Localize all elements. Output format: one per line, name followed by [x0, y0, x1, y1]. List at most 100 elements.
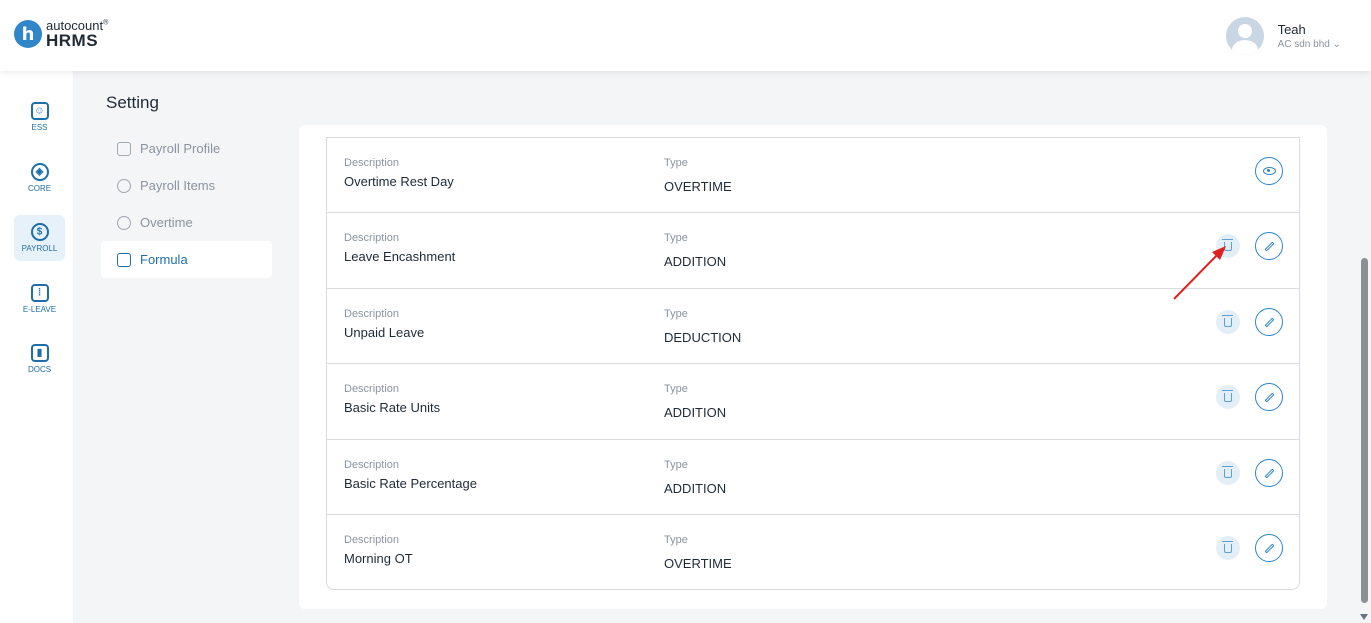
- logo-bottom-text: HRMS: [46, 31, 99, 50]
- clock-icon: [117, 215, 131, 230]
- description-label: Description: [344, 232, 400, 244]
- formula-list: Description Overtime Rest Day Type OVERT…: [326, 137, 1300, 590]
- pencil-icon: [1264, 468, 1274, 478]
- submenu-item-formula[interactable]: Formula: [101, 241, 272, 278]
- user-name: Teah: [1277, 22, 1306, 37]
- delete-button[interactable]: [1216, 461, 1240, 485]
- submenu-item-payroll-items[interactable]: Payroll Items: [101, 167, 272, 204]
- edit-button[interactable]: [1255, 459, 1283, 487]
- trash-icon: [1222, 465, 1233, 478]
- page-title: Setting: [106, 93, 159, 112]
- edit-button[interactable]: [1255, 232, 1283, 260]
- cube-icon: ◈: [30, 163, 49, 181]
- nav-item-payroll[interactable]: $ PAYROLL: [14, 215, 65, 261]
- list-item: Description Basic Rate Units Type ADDITI…: [327, 363, 1299, 439]
- nav-label: CORE: [27, 184, 52, 193]
- chevron-down-icon: ⌄: [1332, 39, 1341, 50]
- type-value: OVERTIME: [664, 556, 732, 571]
- user-company: AC sdn bhd ⌄: [1278, 39, 1341, 50]
- type-label: Type: [664, 232, 688, 244]
- type-label: Type: [664, 308, 688, 320]
- nav-item-core[interactable]: ◈ CORE: [14, 155, 65, 201]
- description-value: Overtime Rest Day: [344, 174, 454, 189]
- submenu-label: Payroll Profile: [140, 141, 221, 156]
- delete-button[interactable]: [1216, 536, 1240, 560]
- list-item: Description Basic Rate Percentage Type A…: [327, 439, 1299, 515]
- page-scrollbar[interactable]: [1357, 0, 1371, 623]
- submenu-item-payroll-profile[interactable]: Payroll Profile: [101, 130, 272, 167]
- app-logo[interactable]: h autocount® HRMS: [14, 19, 108, 49]
- description-value: Unpaid Leave: [344, 325, 425, 340]
- list-item: Description Overtime Rest Day Type OVERT…: [327, 137, 1299, 213]
- type-value: ADDITION: [664, 405, 727, 420]
- nav-label: DOCS: [27, 365, 52, 374]
- pencil-icon: [1264, 543, 1274, 553]
- user-info: Teah AC sdn bhd ⌄: [1278, 22, 1341, 50]
- trash-icon: [1222, 389, 1233, 402]
- description-label: Description: [344, 383, 400, 395]
- formula-icon: [117, 252, 131, 267]
- type-label: Type: [664, 383, 688, 395]
- type-value: DEDUCTION: [664, 330, 742, 345]
- pencil-icon: [1264, 317, 1274, 327]
- submenu-item-overtime[interactable]: Overtime: [101, 204, 272, 241]
- annotation-arrow-icon: [1173, 246, 1226, 300]
- nav-item-ess[interactable]: ☺ ESS: [14, 94, 65, 140]
- nav-label: ESS: [31, 123, 48, 132]
- view-button[interactable]: [1255, 157, 1283, 185]
- description-value: Basic Rate Percentage: [344, 476, 477, 491]
- logo-text: autocount® HRMS: [46, 19, 108, 49]
- calendar-icon: ⁞: [30, 284, 49, 302]
- submenu-label: Overtime: [140, 215, 193, 230]
- delete-button[interactable]: [1216, 310, 1240, 334]
- delete-button[interactable]: [1216, 385, 1240, 409]
- avatar: [1225, 17, 1264, 55]
- nav-item-e-leave[interactable]: ⁞ E-LEAVE: [14, 276, 65, 322]
- type-label: Type: [664, 157, 688, 169]
- scroll-down-icon[interactable]: [1360, 614, 1368, 620]
- arrow-shaft: [1173, 251, 1221, 300]
- description-value: Basic Rate Units: [344, 400, 441, 415]
- type-label: Type: [664, 459, 688, 471]
- edit-button[interactable]: [1255, 308, 1283, 336]
- submenu-label: Formula: [140, 252, 188, 267]
- type-value: ADDITION: [664, 481, 727, 496]
- nav-item-docs[interactable]: ▮ DOCS: [14, 336, 65, 382]
- eye-icon: [1262, 167, 1276, 175]
- logo-mark-icon: h: [14, 20, 42, 48]
- description-value: Leave Encashment: [344, 249, 456, 264]
- list-item: Description Unpaid Leave Type DEDUCTION: [327, 288, 1299, 364]
- pencil-icon: [1264, 392, 1274, 402]
- description-label: Description: [344, 459, 400, 471]
- type-value: ADDITION: [664, 254, 727, 269]
- coins-icon: [117, 178, 131, 193]
- user-menu[interactable]: Teah AC sdn bhd ⌄: [1225, 17, 1341, 55]
- description-value: Morning OT: [344, 551, 413, 566]
- list-item: Description Leave Encashment Type ADDITI…: [327, 212, 1299, 288]
- calendar-icon: [117, 141, 131, 156]
- type-value: OVERTIME: [664, 179, 732, 194]
- submenu-label: Payroll Items: [140, 178, 216, 193]
- edit-button[interactable]: [1255, 534, 1283, 562]
- type-label: Type: [664, 534, 688, 546]
- formula-card: Description Overtime Rest Day Type OVERT…: [299, 125, 1327, 609]
- profile-icon: ☺: [30, 102, 49, 120]
- logo-registered-mark: ®: [103, 19, 109, 27]
- left-nav: ☺ ESS ◈ CORE $ PAYROLL ⁞ E-LEAVE ▮ DOCS: [0, 71, 73, 623]
- edit-button[interactable]: [1255, 383, 1283, 411]
- document-chart-icon: ▮: [30, 344, 49, 362]
- company-name: AC sdn bhd: [1277, 39, 1330, 50]
- top-bar: h autocount® HRMS Teah AC sdn bhd ⌄: [0, 0, 1371, 71]
- description-label: Description: [344, 308, 400, 320]
- list-item: Description Morning OT Type OVERTIME: [327, 514, 1299, 589]
- scroll-thumb[interactable]: [1361, 258, 1368, 603]
- nav-label: PAYROLL: [21, 244, 58, 253]
- description-label: Description: [344, 534, 400, 546]
- pencil-icon: [1264, 241, 1274, 251]
- trash-icon: [1222, 314, 1233, 327]
- dollar-icon: $: [30, 223, 49, 241]
- settings-submenu: Payroll Profile Payroll Items Overtime F…: [101, 130, 272, 278]
- nav-label: E-LEAVE: [22, 305, 57, 314]
- description-label: Description: [344, 157, 400, 169]
- trash-icon: [1222, 540, 1233, 553]
